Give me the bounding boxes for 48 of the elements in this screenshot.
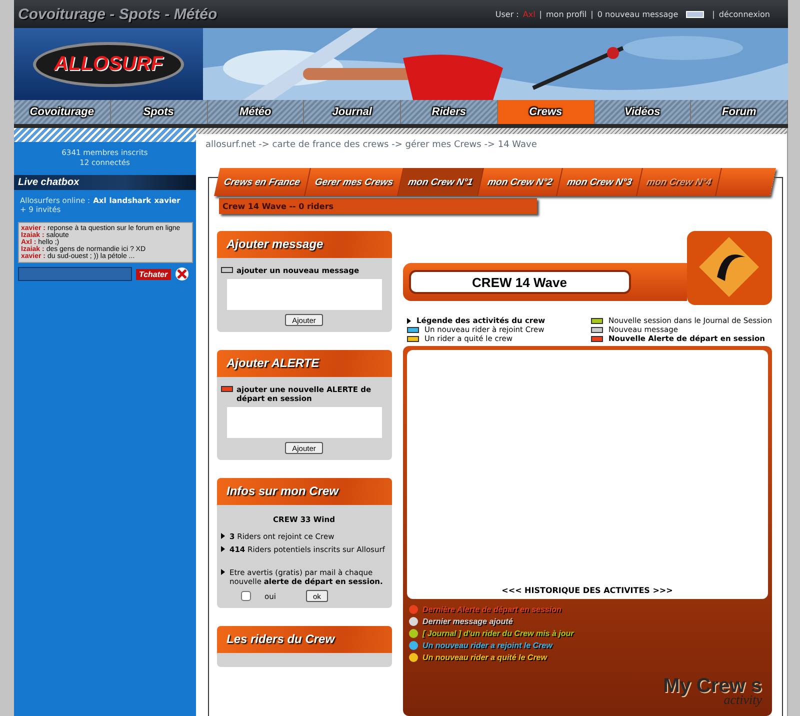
nav-tab[interactable]: Forum xyxy=(691,100,788,124)
logout-link[interactable]: déconnexion xyxy=(718,10,770,18)
site-logo[interactable]: ALLOSURF xyxy=(33,42,184,86)
nav-tab[interactable]: Vidéos xyxy=(594,100,692,124)
separator: | xyxy=(590,10,594,18)
nav-tab[interactable]: Météo xyxy=(208,100,304,124)
bullet-icon xyxy=(406,318,410,324)
nav-tab[interactable]: Riders xyxy=(401,100,498,124)
crew-tab[interactable]: mon Crew N°3 xyxy=(556,168,642,196)
activity-label: Un nouveau rider a rejoint le Crew xyxy=(422,641,552,650)
message-field[interactable] xyxy=(226,407,382,438)
profile-link[interactable]: mon profil xyxy=(546,10,587,18)
panel-title: Ajouter message xyxy=(216,231,392,258)
kite-icon xyxy=(687,231,772,305)
crew-tab[interactable]: mon Crew N°2 xyxy=(477,168,563,196)
messages-link[interactable]: 0 nouveau message xyxy=(597,10,678,18)
activity-label: Dernier message ajouté xyxy=(422,617,513,626)
crew-tab[interactable]: mon Crew N°1 xyxy=(398,168,484,196)
separator: | xyxy=(712,10,715,18)
bullet-icon xyxy=(220,533,224,539)
crew-tab[interactable]: Crews en France xyxy=(214,168,311,196)
close-icon[interactable] xyxy=(174,267,189,281)
history-link[interactable]: <<< HISTORIQUE DES ACTIVITES >>> xyxy=(502,586,673,595)
nav-tab[interactable]: Crews xyxy=(498,100,594,124)
activity-label: [ Journal ] d'un rider du Crew mis à jour xyxy=(422,629,574,638)
separator: | xyxy=(539,10,542,18)
nav-tab[interactable]: Spots xyxy=(110,100,208,124)
crew-title: CREW 14 Wave xyxy=(408,270,630,294)
crew-bar: Crew 14 Wave -- 0 riders xyxy=(218,198,536,214)
nav-tab[interactable]: Journal xyxy=(304,100,401,124)
user-link[interactable]: Axl xyxy=(522,10,536,18)
activity-label: Dernière Alerte de départ en session xyxy=(422,605,562,614)
send-button[interactable]: Tchater xyxy=(136,268,171,280)
breadcrumb: allosurf.net -> carte de france des crews -> gérer mes Crews -> 14 Wave xyxy=(204,138,538,150)
panel-title: Les riders du Crew xyxy=(216,626,392,653)
panel-title: Ajouter ALERTE xyxy=(216,350,392,377)
activity-label: Un nouveau rider a quité le Crew xyxy=(422,653,547,662)
notify-checkbox[interactable] xyxy=(240,591,250,601)
bullet-icon xyxy=(220,569,224,575)
chat-input[interactable] xyxy=(18,267,132,281)
message-field[interactable] xyxy=(226,279,382,310)
user-label: User : xyxy=(495,10,519,18)
bullet-icon xyxy=(220,546,224,552)
chatbox-title: Live chatbox xyxy=(18,177,80,188)
mail-icon[interactable] xyxy=(686,10,704,18)
panel-title: Infos sur mon Crew xyxy=(216,478,392,505)
nav-tab[interactable]: Covoiturage xyxy=(14,100,111,124)
site-title: Covoiturage - Spots - Météo xyxy=(18,6,218,22)
